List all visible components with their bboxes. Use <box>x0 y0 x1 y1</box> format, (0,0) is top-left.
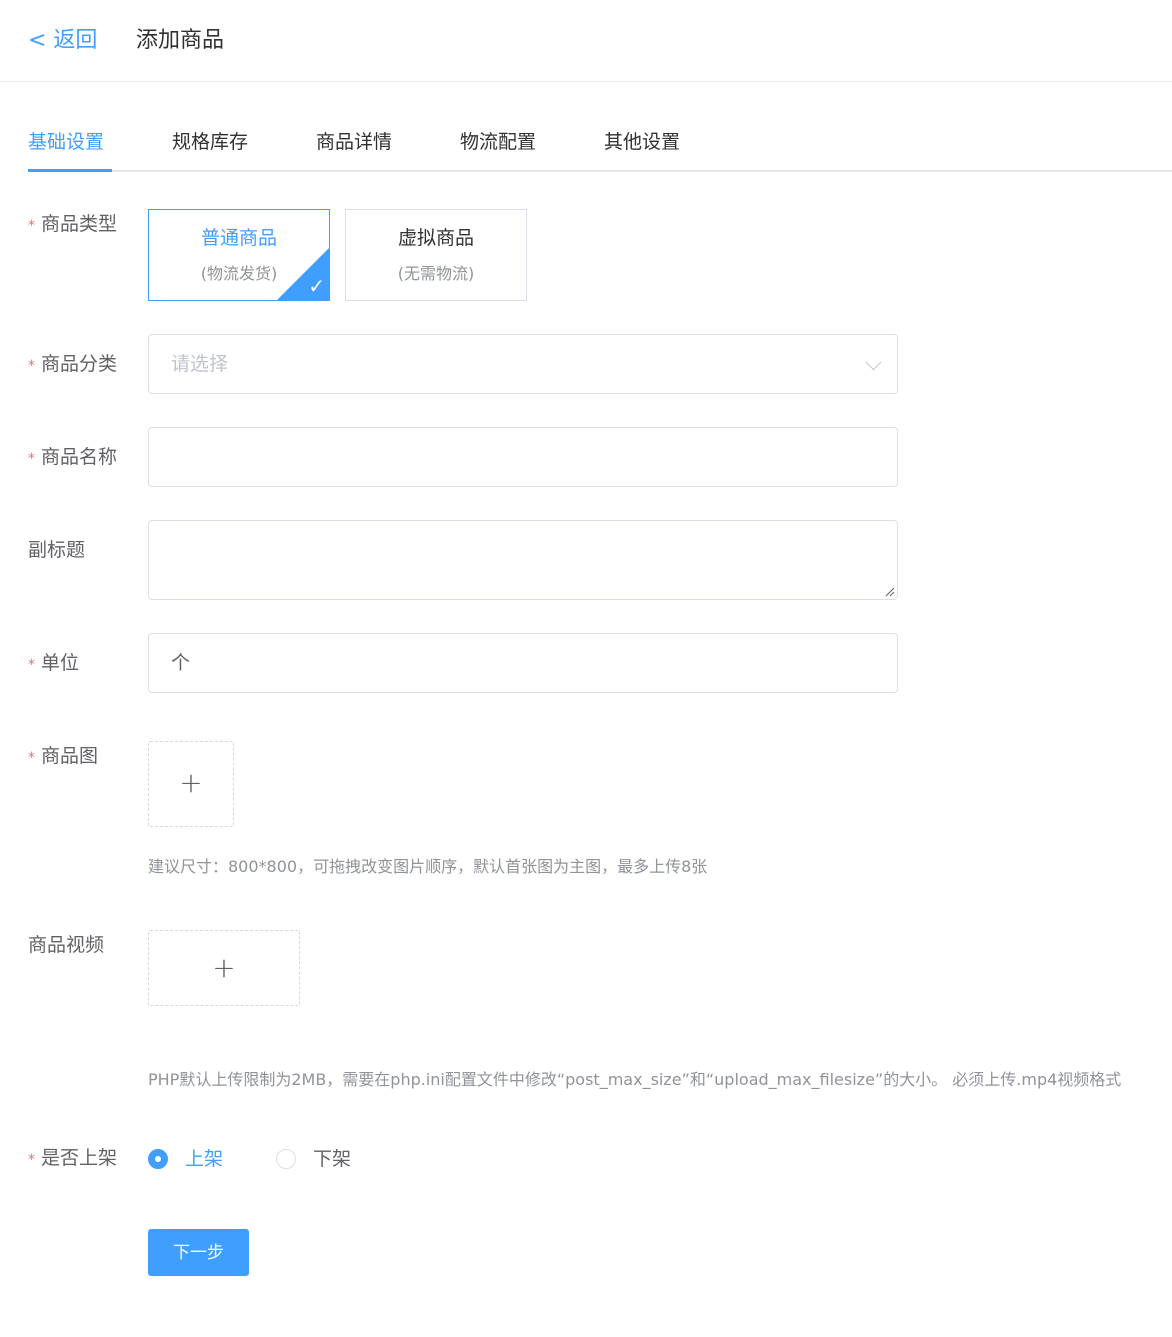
radio-checked-icon <box>148 1149 168 1169</box>
required-mark: * <box>28 750 35 766</box>
product-images-label: * 商品图 <box>28 745 99 767</box>
tab-product-details[interactable]: 商品详情 <box>316 128 392 156</box>
required-mark: * <box>28 358 35 374</box>
tab-bar: 基础设置 规格库存 商品详情 物流配置 其他设置 <box>28 112 1172 172</box>
required-mark: * <box>28 657 35 673</box>
video-upload-button[interactable]: + <box>148 930 300 1006</box>
unit-input[interactable]: 个 <box>148 633 898 693</box>
radio-off-shelf-label: 下架 <box>313 1148 352 1170</box>
tab-basic-settings[interactable]: 基础设置 <box>28 128 104 156</box>
category-select[interactable]: 请选择 <box>148 334 898 394</box>
back-link[interactable]: < 返回 <box>28 26 97 56</box>
category-label: * 商品分类 <box>28 353 118 375</box>
radio-unchecked-icon <box>276 1149 296 1169</box>
on-shelf-label: * 是否上架 <box>28 1147 118 1169</box>
required-mark: * <box>28 1152 35 1168</box>
product-type-normal-card[interactable]: 普通商品 (物流发货) ✓ <box>148 209 330 301</box>
next-step-button[interactable]: 下一步 <box>148 1229 249 1276</box>
video-upload-hint: PHP默认上传限制为2MB，需要在php.ini配置文件中修改“post_max… <box>148 1070 1122 1089</box>
product-name-input[interactable] <box>148 427 898 487</box>
required-mark: * <box>28 218 35 234</box>
tab-spec-stock[interactable]: 规格库存 <box>172 128 248 156</box>
tab-logistics[interactable]: 物流配置 <box>460 128 536 156</box>
product-type-virtual-subtitle: (无需物流) <box>397 264 475 283</box>
radio-on-shelf-label: 上架 <box>185 1148 224 1170</box>
product-video-label: 商品视频 <box>28 934 105 956</box>
tab-active-indicator <box>28 169 112 172</box>
category-placeholder: 请选择 <box>171 353 229 375</box>
chevron-down-icon <box>865 354 882 371</box>
page-header: < 返回 添加商品 <box>0 0 1172 82</box>
check-icon: ✓ <box>308 274 325 298</box>
subtitle-label: 副标题 <box>28 539 86 561</box>
unit-label: * 单位 <box>28 652 80 674</box>
product-type-virtual-title: 虚拟商品 <box>397 227 474 249</box>
image-upload-button[interactable]: + <box>148 741 234 827</box>
product-name-label: * 商品名称 <box>28 446 118 468</box>
subtitle-textarea[interactable] <box>148 520 898 600</box>
tab-other-settings[interactable]: 其他设置 <box>604 128 680 156</box>
image-upload-hint: 建议尺寸：800*800，可拖拽改变图片顺序，默认首张图为主图，最多上传8张 <box>148 857 708 876</box>
product-type-virtual-card[interactable]: 虚拟商品 (无需物流) <box>345 209 527 301</box>
plus-icon: + <box>212 951 236 984</box>
tab-divider <box>28 170 1172 172</box>
plus-icon: + <box>179 766 203 799</box>
resize-handle-icon[interactable] <box>883 585 895 597</box>
product-type-label: * 商品类型 <box>28 213 118 235</box>
required-mark: * <box>28 451 35 467</box>
page-title: 添加商品 <box>136 28 225 53</box>
